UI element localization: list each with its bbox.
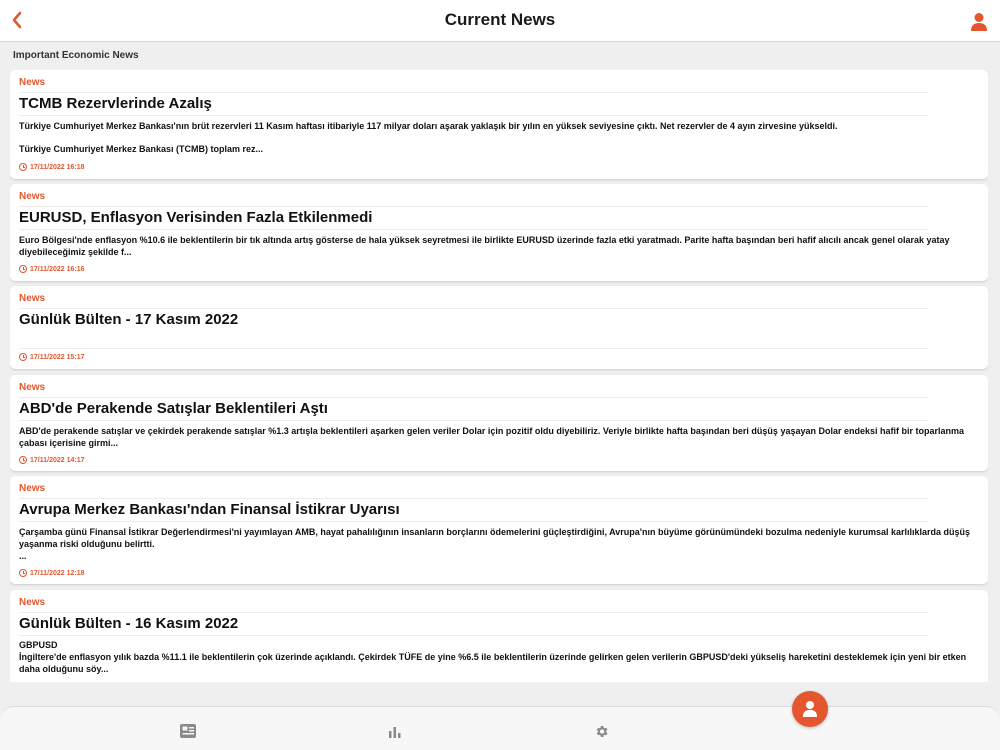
news-card[interactable]: News ABD'de Perakende Satışlar Beklentil…	[10, 375, 988, 471]
divider	[19, 115, 928, 116]
timestamp-text: 17/11/2022 16:18	[30, 163, 85, 171]
divider	[19, 229, 928, 230]
news-summary: ABD'de perakende satışlar ve çekirdek pe…	[19, 426, 965, 448]
bar-chart-icon	[389, 727, 401, 738]
clock-icon	[19, 456, 27, 464]
gear-icon	[596, 726, 608, 737]
news-title: Günlük Bülten - 16 Kasım 2022	[19, 615, 239, 632]
clock-icon	[19, 265, 27, 273]
news-summary-continued: İngiltere'de enflasyon yılık bazda %11.1…	[19, 652, 967, 674]
news-title: ABD'de Perakende Satışlar Beklentileri A…	[19, 400, 328, 417]
news-list[interactable]: News TCMB Rezervlerinde Azalış Türkiye C…	[10, 70, 988, 682]
news-summary-continued: Türkiye Cumhuriyet Merkez Bankası (TCMB)…	[19, 144, 264, 154]
divider	[19, 348, 928, 349]
top-bar: Current News	[0, 0, 1000, 42]
news-tag: News	[19, 191, 46, 202]
news-timestamp: 17/11/2022 16:16	[19, 265, 85, 273]
newspaper-icon	[180, 724, 196, 738]
clock-icon	[19, 569, 27, 577]
news-summary-continued: ...	[19, 551, 27, 561]
news-card[interactable]: News Avrupa Merkez Bankası'ndan Finansal…	[10, 476, 988, 584]
divider	[19, 308, 928, 309]
user-icon	[802, 701, 818, 717]
divider	[19, 635, 928, 636]
divider	[19, 206, 928, 207]
news-summary: GBPUSD	[19, 640, 58, 650]
news-summary: Euro Bölgesi'nde enflasyon %10.6 ile bek…	[19, 235, 950, 257]
clock-icon	[19, 163, 27, 171]
news-timestamp: 17/11/2022 12:18	[19, 569, 85, 577]
timestamp-text: 17/11/2022 16:16	[30, 265, 85, 273]
timestamp-text: 17/11/2022 15:17	[30, 353, 85, 361]
news-title: Günlük Bülten - 17 Kasım 2022	[19, 311, 239, 328]
divider	[19, 521, 928, 522]
tab-charts[interactable]	[388, 726, 402, 744]
news-card[interactable]: News TCMB Rezervlerinde Azalış Türkiye C…	[10, 70, 988, 179]
section-title: Important Economic News	[13, 50, 139, 61]
news-title: TCMB Rezervlerinde Azalış	[19, 95, 212, 112]
news-timestamp: 17/11/2022 15:17	[19, 353, 85, 361]
profile-fab[interactable]	[792, 691, 828, 727]
divider	[19, 420, 928, 421]
news-tag: News	[19, 597, 46, 608]
news-tag: News	[19, 293, 46, 304]
news-summary: Türkiye Cumhuriyet Merkez Bankası'nın br…	[19, 121, 838, 131]
news-card[interactable]: News Günlük Bülten - 17 Kasım 2022 17/11…	[10, 286, 988, 369]
divider	[19, 498, 928, 499]
news-card[interactable]: News Günlük Bülten - 16 Kasım 2022 GBPUS…	[10, 590, 988, 682]
timestamp-text: 17/11/2022 14:17	[30, 456, 85, 464]
page-title: Current News	[444, 10, 556, 29]
news-title: EURUSD, Enflasyon Verisinden Fazla Etkil…	[19, 209, 373, 226]
news-timestamp: 17/11/2022 16:18	[19, 163, 85, 171]
news-title: Avrupa Merkez Bankası'ndan Finansal İsti…	[19, 501, 400, 518]
news-timestamp: 17/11/2022 14:17	[19, 456, 85, 464]
news-card[interactable]: News EURUSD, Enflasyon Verisinden Fazla …	[10, 184, 988, 281]
news-summary: Çarşamba günü Finansal İstikrar Değerlen…	[19, 527, 971, 549]
user-icon	[971, 13, 987, 31]
divider	[19, 92, 928, 93]
clock-icon	[19, 353, 27, 361]
timestamp-text: 17/11/2022 12:18	[30, 569, 85, 577]
news-tag: News	[19, 483, 46, 494]
divider	[19, 612, 928, 613]
news-tag: News	[19, 77, 46, 88]
divider	[19, 397, 928, 398]
tab-settings[interactable]	[594, 724, 609, 744]
news-tag: News	[19, 382, 46, 393]
tab-news[interactable]	[179, 723, 197, 744]
bottom-tab-bar	[0, 706, 1000, 750]
profile-button[interactable]	[970, 12, 988, 32]
